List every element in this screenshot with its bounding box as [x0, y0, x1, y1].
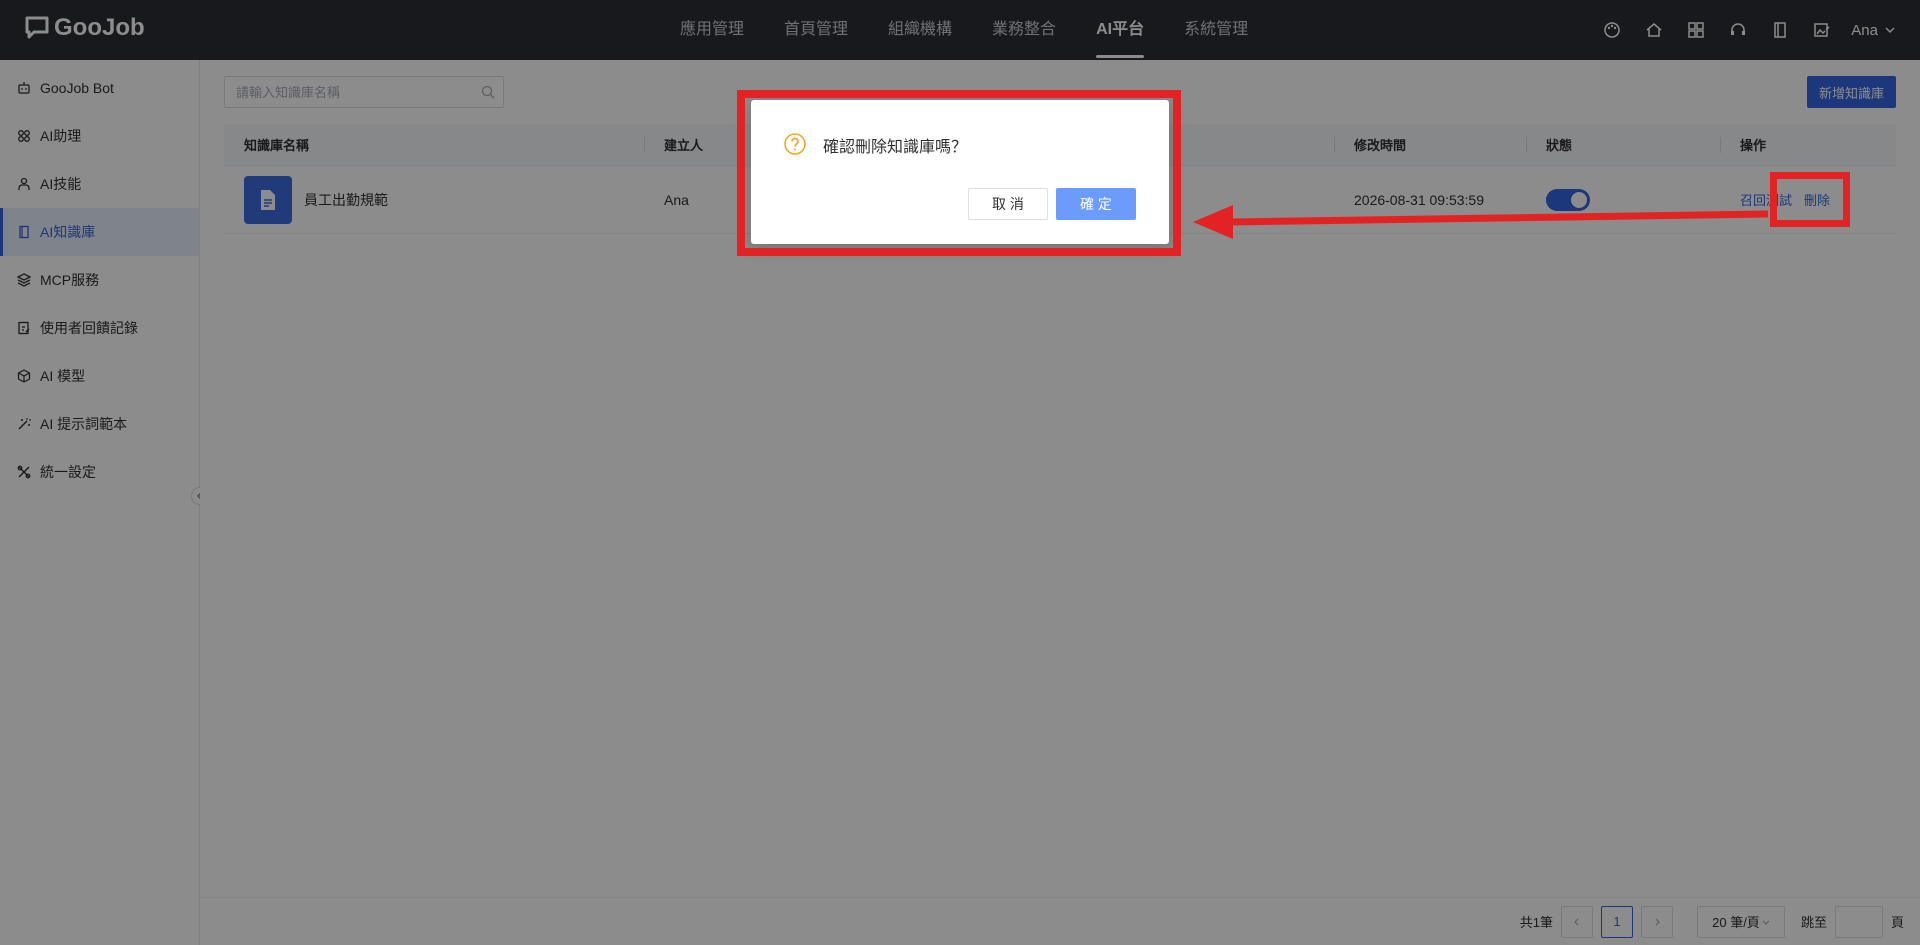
annotation-dialog-highlight [737, 90, 1181, 256]
annotation-delete-highlight [1770, 172, 1850, 227]
